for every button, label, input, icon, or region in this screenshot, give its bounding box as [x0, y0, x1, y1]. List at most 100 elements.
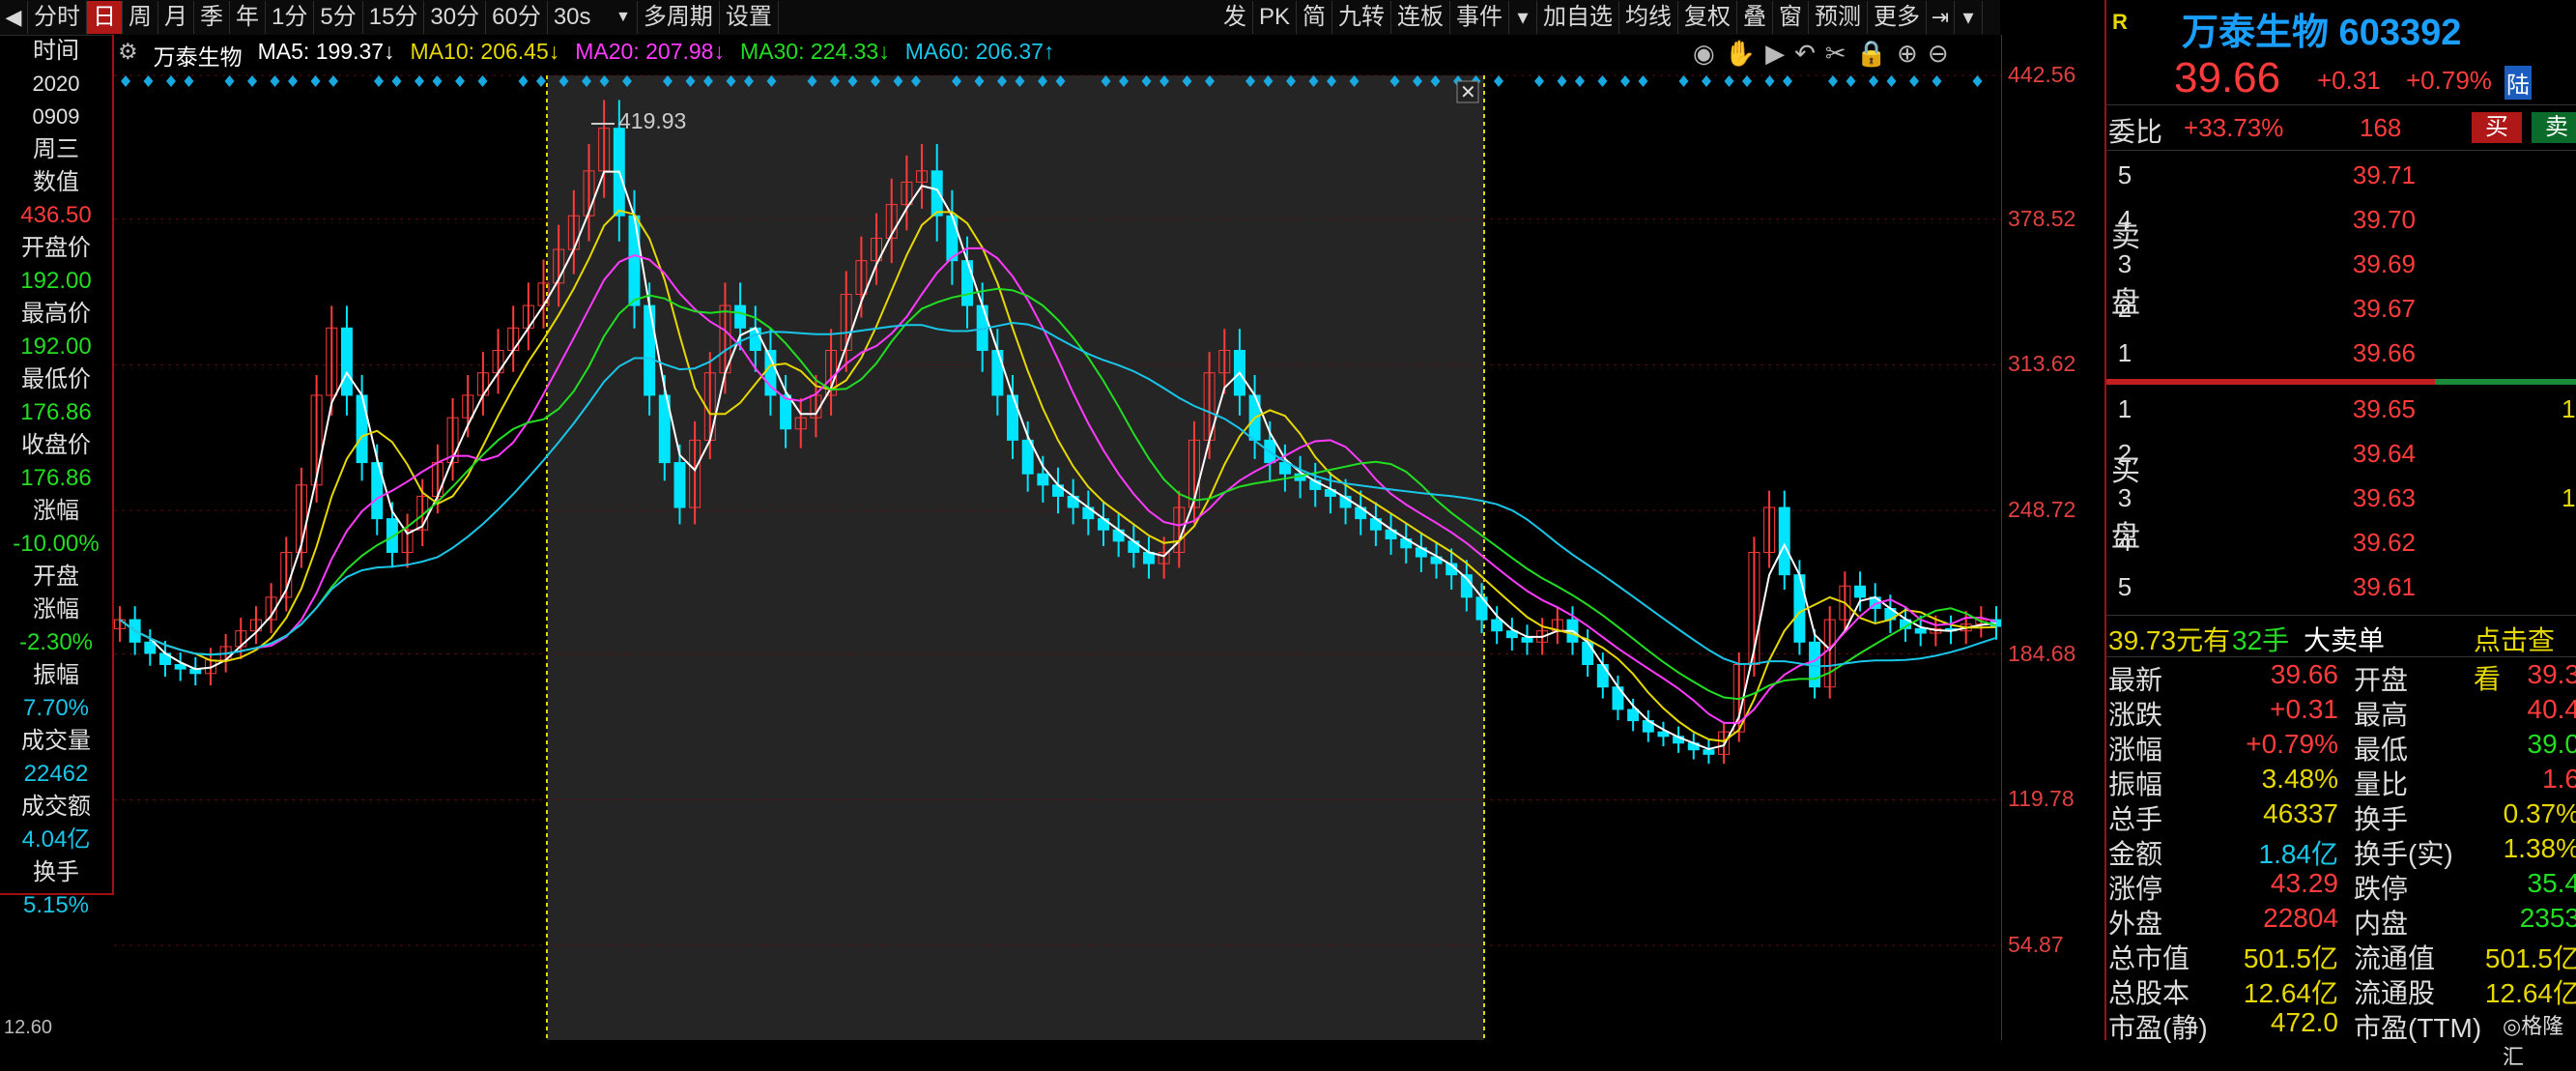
- scissors-icon[interactable]: ✂: [1825, 39, 1846, 69]
- tab-60min[interactable]: 60分: [486, 1, 548, 34]
- back-icon[interactable]: ◀: [0, 1, 28, 34]
- candle-body: [1778, 507, 1790, 576]
- zoom-in-icon[interactable]: ⊕: [1897, 39, 1918, 69]
- bid-volume: 1: [2532, 528, 2576, 558]
- buy-button[interactable]: 买: [2472, 112, 2522, 143]
- gear-icon[interactable]: ⚙: [118, 39, 138, 66]
- info-vol-label: 成交量: [21, 728, 91, 754]
- undo-icon[interactable]: ↶: [1794, 39, 1816, 69]
- ask-level: 2: [2117, 294, 2132, 323]
- btn-ma[interactable]: 均线: [1619, 1, 1679, 34]
- info-value-label: 数值: [33, 169, 79, 195]
- ask-level: 3: [2117, 249, 2132, 278]
- tab-30min[interactable]: 30分: [424, 1, 487, 34]
- play-icon[interactable]: ▶: [1765, 39, 1785, 69]
- stats-row: 外盘 22804 内盘 2353: [2106, 903, 2576, 939]
- info-open-pct-label1: 开盘: [33, 564, 79, 590]
- hand-icon[interactable]: ✋: [1725, 39, 1756, 69]
- selection-region: [547, 75, 1484, 1040]
- price-axis-label: 378.52: [2008, 205, 2076, 231]
- kline-chart[interactable]: 419.93 ✕: [114, 35, 2002, 1040]
- price-change: +0.31: [2317, 66, 2381, 95]
- stat-value: 0.37%: [2503, 798, 2576, 828]
- ask-row[interactable]: 1 39.66 2: [2106, 333, 2576, 377]
- expand-icon[interactable]: ⇥: [1927, 1, 1956, 34]
- btn-fa[interactable]: 发: [1217, 1, 1253, 34]
- stat-label: 总手: [2108, 804, 2163, 834]
- btn-lianban[interactable]: 连板: [1391, 1, 1451, 34]
- price-axis-label: 184.68: [2008, 640, 2076, 666]
- stats-row: 振幅 3.48% 量比 1.6: [2106, 764, 2576, 799]
- btn-pk[interactable]: PK: [1253, 1, 1298, 34]
- tab-year[interactable]: 年: [230, 1, 266, 34]
- ask-row[interactable]: 3 39.69 1: [2106, 244, 2576, 288]
- chevron-down-icon[interactable]: ▾: [1955, 1, 1984, 34]
- tab-month[interactable]: 月: [158, 1, 194, 34]
- tab-week[interactable]: 周: [123, 1, 158, 34]
- btn-add-watchlist[interactable]: 加自选: [1537, 1, 1620, 34]
- bid-price: 39.65: [2352, 394, 2416, 423]
- stat-label: 流通值: [2354, 943, 2436, 973]
- info-value: 436.50: [20, 202, 92, 228]
- btn-forecast[interactable]: 预测: [1809, 1, 1869, 34]
- info-open-pct-label2: 涨幅: [33, 596, 79, 622]
- bid-row[interactable]: 3 39.63 16: [2106, 478, 2576, 522]
- candle-body: [673, 462, 686, 508]
- stats-row: 总股本 12.64亿 流通股 12.64亿: [2106, 972, 2576, 1008]
- ask-price: 39.70: [2352, 205, 2416, 234]
- big-order-row[interactable]: 39.73元有 32手 大卖单 点击查看: [2106, 615, 2576, 694]
- price-axis-label: 442.56: [2008, 62, 2076, 87]
- quote-panel: R 万泰生物 603392 39.66 +0.31 +0.79% 陆 委比 +3…: [2104, 0, 2576, 1069]
- ma60-value: MA60: 206.37↑: [904, 39, 1055, 64]
- tab-1min[interactable]: 1分: [266, 1, 315, 34]
- bid-row[interactable]: 4 39.62 1: [2106, 522, 2576, 566]
- ask-price: 39.71: [2352, 160, 2416, 189]
- candle-body: [644, 304, 656, 396]
- events-dropdown-icon[interactable]: ▾: [1509, 1, 1538, 34]
- stat-label: 涨停: [2108, 874, 2163, 904]
- crosshair-info-panel: 时间 2020 0909 周三 数值 436.50 开盘价 192.00 最高价…: [0, 35, 114, 918]
- tab-15min[interactable]: 15分: [363, 1, 425, 34]
- info-open-label: 开盘价: [21, 235, 91, 261]
- tab-day[interactable]: 日: [87, 1, 123, 34]
- candle-body: [961, 260, 974, 306]
- ask-row[interactable]: 2 39.67: [2106, 288, 2576, 333]
- btn-fuquan[interactable]: 复权: [1678, 1, 1738, 34]
- watermark-logo: ◎格隆汇: [2503, 1014, 2564, 1069]
- bid-row[interactable]: 5 39.61 1: [2106, 566, 2576, 611]
- candle-body: [1914, 627, 1927, 634]
- bid-price: 39.61: [2352, 572, 2416, 601]
- btn-jian[interactable]: 简: [1297, 1, 1333, 34]
- ma20-value: MA20: 207.98↓: [575, 39, 725, 64]
- tab-settings[interactable]: 设置: [720, 1, 779, 34]
- btn-window[interactable]: 窗: [1773, 1, 1810, 34]
- chart-tools: ◉ ✋ ▶ ↶ ✂ 🔒 ⊕ ⊖: [1693, 39, 1949, 69]
- tab-multi-period[interactable]: 多周期: [638, 1, 720, 34]
- stat-value: 1.38%: [2503, 833, 2576, 863]
- tab-fenshi[interactable]: 分时: [28, 1, 87, 34]
- info-vol: 22462: [23, 761, 89, 787]
- tab-5min[interactable]: 5分: [314, 1, 363, 34]
- stat-value: 39.0: [2527, 729, 2576, 759]
- stat-value: 39.66: [2270, 659, 2338, 689]
- bid-row[interactable]: 2 39.64 1: [2106, 433, 2576, 478]
- bid-row[interactable]: 1 39.65 10: [2106, 389, 2576, 433]
- btn-events[interactable]: 事件: [1450, 1, 1510, 34]
- tab-quarter[interactable]: 季: [194, 1, 230, 34]
- btn-more[interactable]: 更多: [1868, 1, 1928, 34]
- lock-icon[interactable]: 🔒: [1856, 39, 1887, 69]
- sell-button[interactable]: 卖: [2532, 112, 2576, 143]
- eye-icon[interactable]: ◉: [1693, 39, 1715, 69]
- bid-price: 39.64: [2352, 439, 2416, 468]
- zoom-out-icon[interactable]: ⊖: [1928, 39, 1949, 69]
- ask-price: 39.66: [2352, 338, 2416, 367]
- period-select[interactable]: 30s ▼: [548, 1, 638, 34]
- ask-volume: 9: [2532, 160, 2576, 190]
- btn-overlay[interactable]: 叠: [1737, 1, 1774, 34]
- stat-value: 2353: [2519, 903, 2576, 933]
- stat-label: 总股本: [2108, 978, 2190, 1008]
- btn-jiuzhuan[interactable]: 九转: [1332, 1, 1392, 34]
- stat-label: 涨幅: [2108, 735, 2163, 765]
- ask-row[interactable]: 5 39.71 9: [2106, 155, 2576, 199]
- ask-row[interactable]: 4 39.70 3: [2106, 199, 2576, 244]
